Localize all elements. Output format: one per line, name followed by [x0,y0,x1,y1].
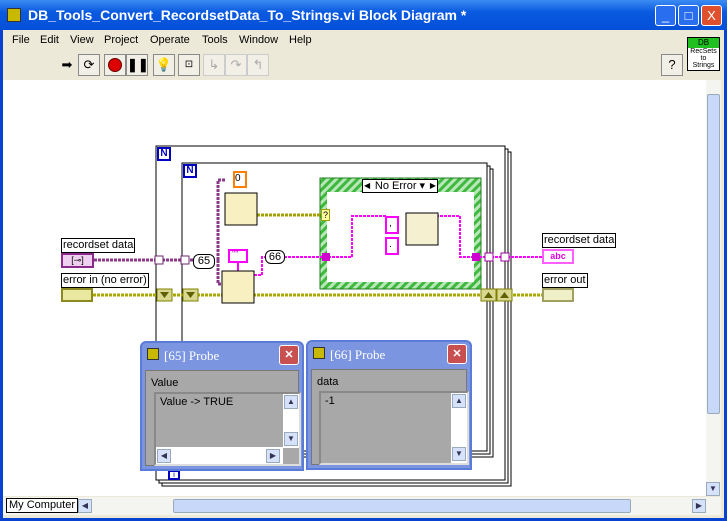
probe-window-66[interactable]: [66] Probe ✕ data -1 ▲ ▼ [306,340,472,470]
error-out-indicator[interactable] [542,288,574,302]
error-in-control[interactable] [61,288,93,302]
period-value: . [389,239,392,250]
prev-case-icon[interactable]: ◀ [364,180,370,192]
scroll-up-button[interactable]: ▲ [452,394,466,408]
case-selector-label[interactable]: ◀ No Error ▾ ▶ [362,179,438,193]
inner-loop-count-terminal[interactable]: N [183,164,197,178]
scroll-right-button[interactable]: ▶ [266,449,280,463]
case-output-tunnel [472,253,480,261]
scroll-down-button[interactable]: ▼ [284,432,298,446]
comma-value: , [389,218,392,229]
error-out-label: error out [542,273,588,288]
outer-loop-count-terminal[interactable]: N [157,147,171,161]
recordset-data-indicator[interactable]: abc [542,249,574,264]
status-bar: My Computer ◀ ▶ [3,497,721,515]
context-label: My Computer [6,498,79,513]
probe-66-value: -1 [325,395,335,407]
error-in-label: error in (no error) [61,273,149,288]
string-constant-value: "" [232,249,239,259]
db-get-recordset-node [221,270,255,304]
recordset-data-out-label: recordset data [542,233,617,248]
probe-65-marker[interactable]: 65 [193,254,215,269]
probe-66-close-button[interactable]: ✕ [447,344,467,364]
case-input-tunnel [322,253,330,261]
scroll-left-button[interactable]: ◀ [157,449,171,463]
array-to-spreadsheet-node [405,212,439,246]
probe-65-title: [65] Probe [164,348,220,363]
scroll-down-button[interactable]: ▼ [706,482,720,496]
probe-66-title: [66] Probe [330,347,386,362]
outer-loop-iteration-terminal[interactable]: i [168,470,180,480]
scroll-right-button[interactable]: ▶ [692,499,706,513]
labview-icon [147,348,159,360]
vertical-scrollbar[interactable]: ▼ [706,80,721,496]
next-case-icon[interactable]: ▶ [430,180,436,192]
probe-66-marker[interactable]: 66 [265,250,285,264]
scroll-down-button[interactable]: ▼ [452,447,466,461]
vertical-scroll-thumb[interactable] [707,94,720,414]
probe-66-value-box[interactable]: -1 ▲ ▼ [319,391,469,465]
recordset-data-in-label: recordset data [61,238,136,253]
zero-constant-value: 0 [235,173,241,184]
probe-65-close-button[interactable]: ✕ [279,345,299,365]
outer-output-tunnel [500,252,510,262]
probe-window-65[interactable]: [65] Probe ✕ Value Value -> TRUE ▲ ▼ ◀ ▶ [140,341,304,471]
scroll-up-button[interactable]: ▲ [284,395,298,409]
probe-65-label: Value [151,377,179,389]
inner-auto-index-tunnel [180,255,190,265]
db-get-field-node [224,192,258,226]
scroll-left-button[interactable]: ◀ [78,499,92,513]
period-constant [385,237,399,255]
case-selector-terminal[interactable]: ? [321,209,330,221]
horizontal-scroll-thumb[interactable] [173,499,631,513]
recordset-data-control[interactable]: [⊸] [61,253,94,268]
outer-auto-index-tunnel [154,255,164,265]
comma-constant [385,216,399,234]
probe-65-value-box[interactable]: Value -> TRUE ▲ ▼ ◀ ▶ [154,392,301,466]
probe-65-value: Value -> TRUE [160,396,234,408]
inner-output-tunnel [484,252,494,262]
probe-66-label: data [317,376,339,388]
labview-icon [313,347,325,359]
